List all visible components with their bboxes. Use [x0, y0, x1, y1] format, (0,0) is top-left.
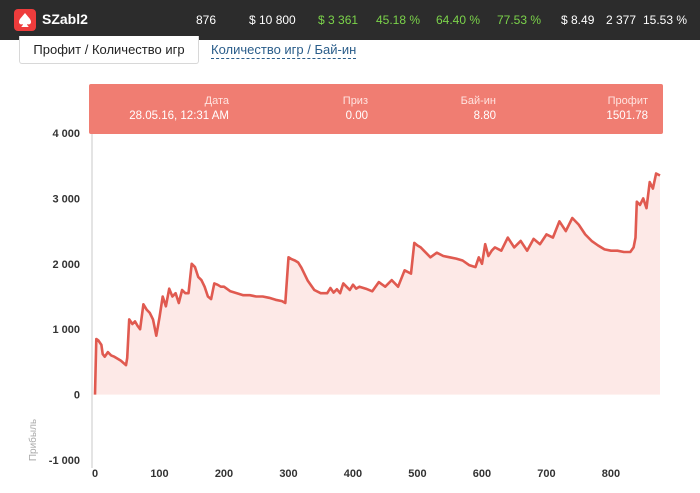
- tooltip-profit-label: Профит: [607, 95, 648, 107]
- y-tick-label: -1 000: [49, 455, 80, 467]
- y-axis-title: Прибыль: [27, 419, 39, 461]
- x-tick-label: 0: [92, 468, 98, 480]
- tooltip-date-value: 28.05.16, 12:31 AM: [129, 110, 229, 122]
- x-tick-label: 400: [344, 468, 362, 480]
- y-tick-label: 0: [74, 390, 80, 402]
- y-tick-label: 1 000: [52, 324, 80, 336]
- chart-tooltip: Дата 28.05.16, 12:31 AM Приз 0.00 Бай-ин…: [89, 84, 663, 134]
- x-tick-label: 200: [215, 468, 233, 480]
- y-tick-label: 3 000: [52, 193, 80, 205]
- tooltip-profit-value: 1501.78: [606, 110, 648, 122]
- profit-chart: -1 000 0 1 000 2 000 3 000 4 000 0 100 200 300 400…: [27, 128, 661, 480]
- tooltip-prize-label: Приз: [342, 95, 368, 107]
- y-tick-label: 2 000: [52, 259, 80, 271]
- tooltip-buyin: Бай-ин 8.80: [419, 94, 496, 124]
- tooltip-buyin-value: 8.80: [473, 110, 496, 122]
- x-tick-label: 500: [408, 468, 426, 480]
- tooltip-profit: Профит 1501.78: [549, 94, 648, 124]
- x-tick-label: 700: [537, 468, 555, 480]
- tooltip-prize: Приз 0.00: [299, 94, 368, 124]
- tooltip-date: Дата 28.05.16, 12:31 AM: [129, 94, 229, 124]
- x-tick-label: 100: [150, 468, 168, 480]
- x-tick-label: 600: [473, 468, 491, 480]
- x-tick-label: 300: [279, 468, 297, 480]
- x-tick-label: 800: [602, 468, 620, 480]
- y-tick-label: 4 000: [52, 128, 80, 140]
- tooltip-date-label: Дата: [204, 95, 229, 107]
- tooltip-prize-value: 0.00: [345, 110, 368, 122]
- tooltip-buyin-label: Бай-ин: [460, 95, 496, 107]
